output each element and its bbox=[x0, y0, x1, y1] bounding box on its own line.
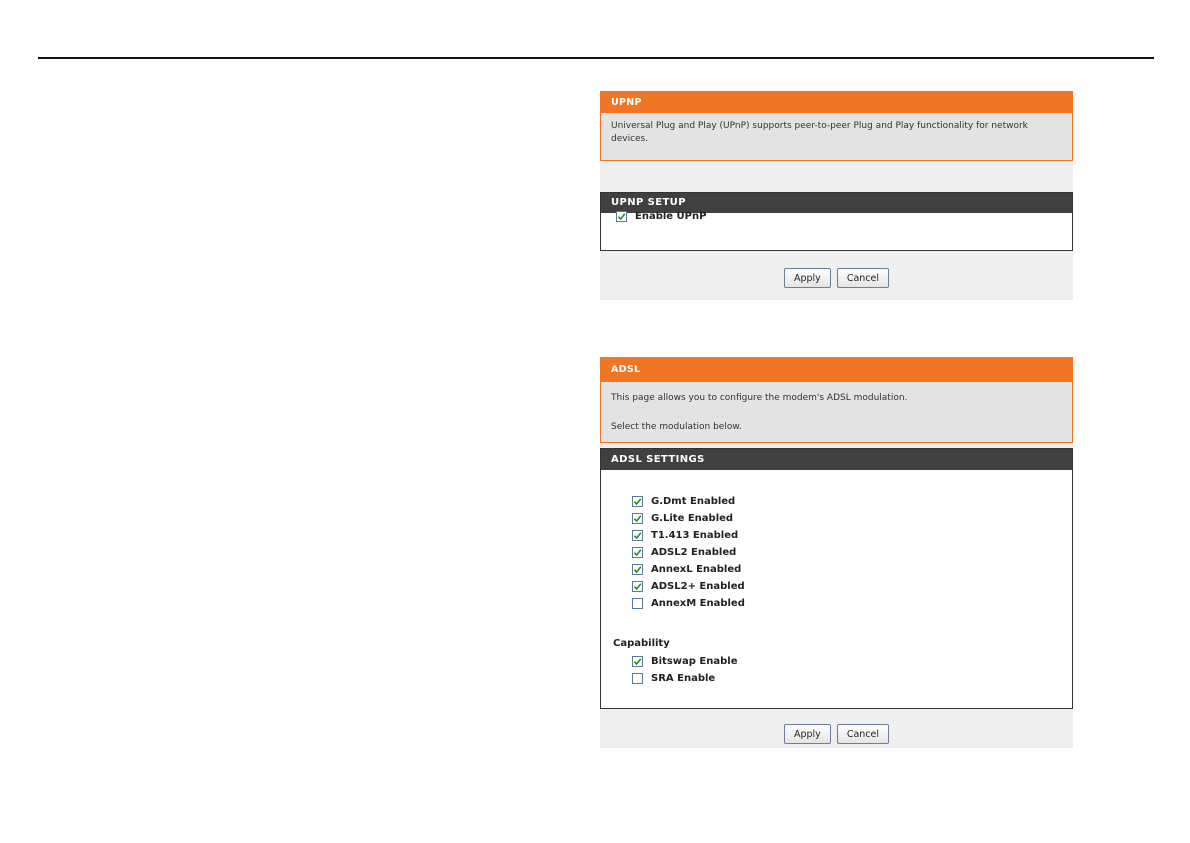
enable-upnp-option[interactable]: Enable UPnP bbox=[616, 208, 706, 224]
enable-upnp-checkbox[interactable] bbox=[616, 210, 627, 222]
adsl-description-line2: Select the modulation below. bbox=[611, 422, 742, 432]
enable-upnp-label: Enable UPnP bbox=[635, 210, 707, 222]
upnp-panel: UPNP Universal Plug and Play (UPnP) supp… bbox=[600, 91, 1073, 300]
modulation-checkbox-glite[interactable] bbox=[632, 512, 643, 524]
modulation-label: G.Dmt Enabled bbox=[651, 495, 736, 507]
modulation-checkbox-adsl2plus[interactable] bbox=[632, 580, 643, 592]
modulation-checkbox-adsl2[interactable] bbox=[632, 546, 643, 558]
upnp-title: UPNP bbox=[601, 92, 1072, 113]
modulation-checkbox-t1413[interactable] bbox=[632, 529, 643, 541]
modulation-label: AnnexM Enabled bbox=[651, 597, 745, 609]
modulation-checkbox-gdmt[interactable] bbox=[632, 495, 643, 507]
modulation-option-gdmt[interactable]: G.Dmt Enabled bbox=[632, 493, 735, 509]
checkmark-icon bbox=[633, 497, 642, 505]
adsl-apply-button[interactable]: Apply bbox=[783, 724, 831, 744]
modulation-option-t1413[interactable]: T1.413 Enabled bbox=[632, 527, 738, 543]
capability-checkbox-sra[interactable] bbox=[632, 672, 643, 684]
modulation-option-annexm[interactable]: AnnexM Enabled bbox=[632, 595, 745, 611]
upnp-description: Universal Plug and Play (UPnP) supports … bbox=[611, 121, 1028, 144]
modulation-label: ADSL2 Enabled bbox=[651, 546, 737, 558]
checkmark-icon bbox=[633, 582, 642, 590]
modulation-option-annexl[interactable]: AnnexL Enabled bbox=[632, 561, 741, 577]
capability-checkbox-bitswap[interactable] bbox=[632, 655, 643, 667]
top-divider-line bbox=[38, 57, 1154, 59]
adsl-button-row: Apply Cancel bbox=[600, 724, 1073, 744]
checkmark-icon bbox=[633, 565, 642, 573]
checkmark-icon bbox=[633, 531, 642, 539]
capability-option-sra[interactable]: SRA Enable bbox=[632, 670, 715, 686]
modulation-label: ADSL2+ Enabled bbox=[651, 580, 745, 592]
adsl-panel: ADSL This page allows you to configure t… bbox=[600, 357, 1073, 748]
modulation-option-glite[interactable]: G.Lite Enabled bbox=[632, 510, 733, 526]
upnp-cancel-button[interactable]: Cancel bbox=[836, 268, 889, 288]
adsl-settings-title: ADSL SETTINGS bbox=[601, 449, 1072, 470]
checkmark-icon bbox=[633, 657, 642, 665]
upnp-apply-button[interactable]: Apply bbox=[783, 268, 831, 288]
adsl-title: ADSL bbox=[601, 358, 1072, 382]
modulation-label: AnnexL Enabled bbox=[651, 563, 742, 575]
capability-label: Capability bbox=[613, 638, 670, 649]
adsl-description-line1: This page allows you to configure the mo… bbox=[611, 393, 908, 403]
upnp-info-box: UPNP Universal Plug and Play (UPnP) supp… bbox=[600, 91, 1073, 161]
modulation-label: T1.413 Enabled bbox=[651, 529, 739, 541]
capability-option-bitswap[interactable]: Bitswap Enable bbox=[632, 653, 737, 669]
adsl-cancel-button[interactable]: Cancel bbox=[836, 724, 889, 744]
capability-option-label: SRA Enable bbox=[651, 672, 716, 684]
modulation-option-adsl2plus[interactable]: ADSL2+ Enabled bbox=[632, 578, 745, 594]
modulation-option-adsl2[interactable]: ADSL2 Enabled bbox=[632, 544, 736, 560]
modulation-checkbox-annexm[interactable] bbox=[632, 597, 643, 609]
checkmark-icon bbox=[633, 514, 642, 522]
adsl-info-box: ADSL This page allows you to configure t… bbox=[600, 357, 1073, 443]
modulation-label: G.Lite Enabled bbox=[651, 512, 734, 524]
modulation-checkbox-annexl[interactable] bbox=[632, 563, 643, 575]
checkmark-icon bbox=[617, 212, 626, 220]
upnp-button-row: Apply Cancel bbox=[600, 268, 1073, 288]
capability-option-label: Bitswap Enable bbox=[651, 655, 738, 667]
checkmark-icon bbox=[633, 548, 642, 556]
